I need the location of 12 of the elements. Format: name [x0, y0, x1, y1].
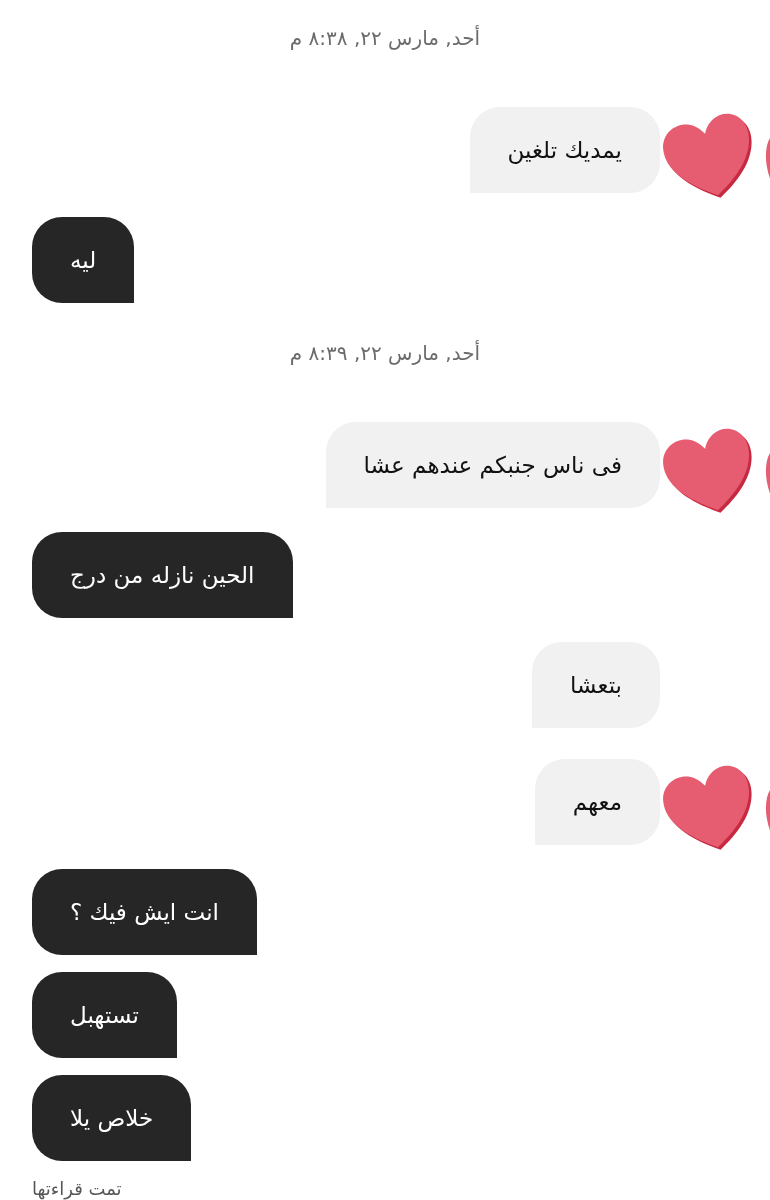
message-bubble: ليه [32, 217, 135, 303]
message-bubble: الحين نازله من درج [32, 532, 293, 618]
message-bubble: معهم [534, 759, 660, 845]
read-receipt: تمت قراءتها [31, 1178, 123, 1199]
message-bubble: يمديك تلغين [469, 107, 660, 193]
message-bubble: فى ناس جنبكم عندهم عشا [325, 422, 660, 508]
message-bubble: انت ايش فيك ؟ [32, 869, 257, 955]
message-bubble: تستهبل [32, 972, 177, 1058]
message-bubble: خلاص يلا [32, 1075, 192, 1161]
timestamp: أحد, مارس ٢٢, ٨:٣٨ م [288, 24, 482, 52]
message-bubble: بتعشا [532, 642, 660, 728]
timestamp: أحد, مارس ٢٢, ٨:٣٩ م [288, 339, 482, 367]
